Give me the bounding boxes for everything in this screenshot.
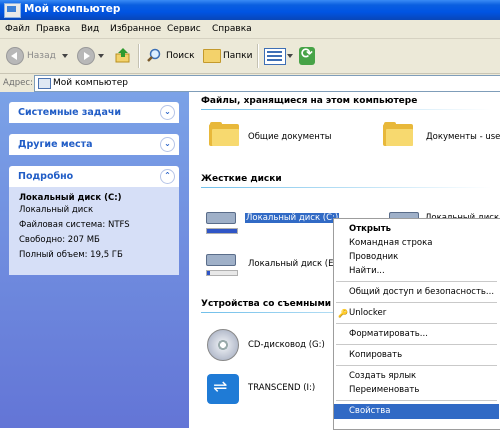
- menu-item-properties[interactable]: Свойства: [334, 404, 499, 419]
- section-divider: [201, 187, 491, 188]
- views-icon[interactable]: [264, 48, 286, 65]
- back-arrow-icon[interactable]: [6, 47, 24, 65]
- address-input[interactable]: Мой компьютер: [34, 75, 500, 92]
- menu-favorites[interactable]: Избранное: [110, 24, 161, 34]
- context-menu: Открыть Командная строка Проводник Найти…: [333, 218, 500, 430]
- menu-view[interactable]: Вид: [81, 24, 99, 34]
- menu-edit[interactable]: Правка: [36, 24, 70, 34]
- toolbar: Назад Поиск Папки: [0, 39, 500, 74]
- unlocker-icon: 🔑: [338, 309, 348, 318]
- my-computer-icon: [4, 3, 21, 18]
- menu-item-rename[interactable]: Переименовать: [334, 383, 499, 397]
- hard-drive-icon[interactable]: [206, 252, 238, 276]
- menu-separator: [336, 281, 497, 282]
- menu-separator: [336, 344, 497, 345]
- cd-drive-label[interactable]: CD-дисковод (G:): [248, 340, 325, 350]
- drive-e-label[interactable]: Локальный диск (E:): [248, 259, 340, 269]
- details-name: Локальный диск (C:): [19, 193, 122, 203]
- menu-item-unlocker[interactable]: 🔑 Unlocker: [334, 306, 499, 320]
- user-documents-label[interactable]: Документы - user: [426, 132, 500, 142]
- section-files-title: Файлы, хранящиеся на этом компьютере: [201, 96, 418, 106]
- menu-item-create-shortcut[interactable]: Создать ярлык: [334, 369, 499, 383]
- chevron-down-icon[interactable]: ⌄: [160, 137, 175, 152]
- address-label: Адрес:: [3, 78, 33, 88]
- drive-c-label[interactable]: Локальный диск (C:): [245, 213, 340, 223]
- folder-icon[interactable]: [383, 122, 413, 146]
- details-free: Свободно: 207 МБ: [19, 235, 100, 245]
- toolbar-separator: [138, 44, 140, 68]
- menu-file[interactable]: Файл: [5, 24, 30, 34]
- forward-dropdown-icon[interactable]: [98, 54, 104, 58]
- chevron-down-icon[interactable]: ⌄: [160, 105, 175, 120]
- menu-item-cmd[interactable]: Командная строка: [334, 236, 499, 250]
- usb-drive-label[interactable]: TRANSCEND (I:): [248, 383, 315, 393]
- menu-tools[interactable]: Сервис: [167, 24, 201, 34]
- menu-item-copy[interactable]: Копировать: [334, 348, 499, 362]
- title-bar: Мой компьютер: [0, 0, 500, 20]
- menu-item-open[interactable]: Открыть: [334, 222, 499, 236]
- details-header[interactable]: Подробно ⌃: [9, 166, 179, 187]
- task-pane: Системные задачи ⌄ Другие места ⌄ Подроб…: [0, 92, 189, 428]
- details-panel: Локальный диск (C:) Локальный диск Файло…: [9, 187, 179, 275]
- system-tasks-header[interactable]: Системные задачи ⌄: [9, 102, 179, 123]
- hard-drive-icon[interactable]: [206, 210, 238, 234]
- folder-icon[interactable]: [209, 122, 239, 146]
- menu-separator: [336, 323, 497, 324]
- window-title: Мой компьютер: [24, 3, 121, 15]
- details-type: Локальный диск: [19, 205, 94, 215]
- search-button[interactable]: Поиск: [166, 51, 195, 61]
- views-dropdown-icon[interactable]: [287, 54, 293, 58]
- forward-arrow-icon[interactable]: [77, 47, 95, 65]
- folders-icon[interactable]: [203, 49, 221, 63]
- sync-icon[interactable]: [299, 46, 315, 65]
- address-bar: Адрес: Мой компьютер: [0, 74, 500, 93]
- section-divider: [201, 109, 491, 110]
- other-places-title: Другие места: [18, 139, 93, 150]
- toolbar-separator: [257, 44, 259, 68]
- shared-documents-label[interactable]: Общие документы: [248, 132, 332, 142]
- details-filesystem: Файловая система: NTFS: [19, 220, 130, 230]
- menu-item-sharing[interactable]: Общий доступ и безопасность...: [334, 285, 499, 299]
- details-title: Подробно: [18, 171, 74, 182]
- menu-separator: [336, 302, 497, 303]
- menu-item-find[interactable]: Найти...: [334, 264, 499, 278]
- up-folder-icon[interactable]: [115, 47, 131, 63]
- section-drives-title: Жесткие диски: [201, 174, 282, 184]
- section-removable-title: Устройства со съемными но: [201, 299, 347, 309]
- back-button[interactable]: Назад: [27, 51, 56, 61]
- address-value: Мой компьютер: [53, 78, 128, 88]
- my-computer-icon: [38, 78, 51, 89]
- search-icon[interactable]: [147, 48, 161, 62]
- other-places-header[interactable]: Другие места ⌄: [9, 134, 179, 155]
- details-total: Полный объем: 19,5 ГБ: [19, 250, 123, 260]
- menu-item-format[interactable]: Форматировать...: [334, 327, 499, 341]
- menu-bar: Файл Правка Вид Избранное Сервис Справка: [0, 20, 500, 39]
- menu-separator: [336, 365, 497, 366]
- menu-item-explorer[interactable]: Проводник: [334, 250, 499, 264]
- menu-help[interactable]: Справка: [212, 24, 252, 34]
- folders-button[interactable]: Папки: [223, 51, 252, 61]
- chevron-up-icon[interactable]: ⌃: [160, 169, 175, 184]
- menu-separator: [336, 400, 497, 401]
- cd-drive-icon[interactable]: [207, 329, 239, 361]
- system-tasks-title: Системные задачи: [18, 107, 122, 118]
- back-dropdown-icon[interactable]: [62, 54, 68, 58]
- usb-drive-icon[interactable]: [207, 374, 239, 404]
